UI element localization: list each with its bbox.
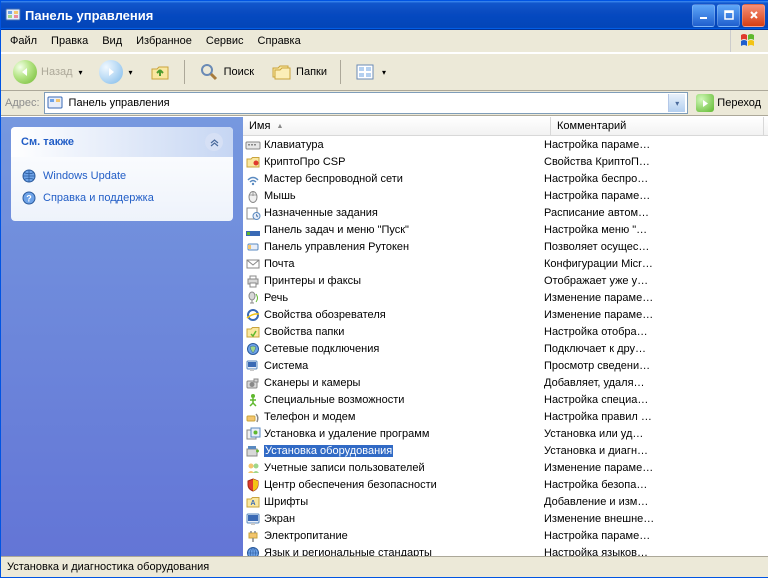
column-headers: Имя ▲ Комментарий: [243, 117, 768, 136]
menubar: Файл Правка Вид Избранное Сервис Справка: [1, 30, 768, 53]
address-field[interactable]: ▾: [44, 92, 689, 114]
separator: [184, 60, 185, 84]
list-item[interactable]: Телефон и модемНастройка правил …: [243, 408, 768, 425]
list-item[interactable]: Специальные возможностиНастройка специа…: [243, 391, 768, 408]
list-item[interactable]: РечьИзменение параме…: [243, 289, 768, 306]
address-input[interactable]: [67, 96, 669, 110]
list-item[interactable]: Свойства папкиНастройка отобра…: [243, 323, 768, 340]
main-area: Имя ▲ Комментарий КлавиатураНастройка па…: [243, 117, 768, 556]
list-item[interactable]: Центр обеспечения безопасностиНастройка …: [243, 476, 768, 493]
status-bar: Установка и диагностика оборудования: [1, 556, 768, 577]
views-button[interactable]: ▾: [348, 57, 392, 87]
window-title: Панель управления: [25, 8, 690, 23]
chevron-down-icon: ▾: [382, 68, 386, 77]
up-button[interactable]: [143, 57, 177, 87]
list-item[interactable]: Панель управления РутокенПозволяет осуще…: [243, 238, 768, 255]
column-comment[interactable]: Комментарий: [551, 117, 764, 135]
separator: [340, 60, 341, 84]
list-item[interactable]: МышьНастройка параме…: [243, 187, 768, 204]
go-button[interactable]: Переход: [692, 92, 765, 114]
list-item[interactable]: Установка оборудованияУстановка и диагн…: [243, 442, 768, 459]
list-item[interactable]: Принтеры и факсыОтображает уже у…: [243, 272, 768, 289]
chevron-down-icon: ▾: [129, 68, 133, 77]
minimize-button[interactable]: [692, 4, 715, 27]
list-item[interactable]: Язык и региональные стандартыНастройка я…: [243, 544, 768, 556]
list-view[interactable]: КлавиатураНастройка параме…КриптоПро CSP…: [243, 136, 768, 556]
list-item[interactable]: Назначенные заданияРасписание автом…: [243, 204, 768, 221]
list-item[interactable]: Установка и удаление программУстановка и…: [243, 425, 768, 442]
list-item[interactable]: КлавиатураНастройка параме…: [243, 136, 768, 153]
status-text: Установка и диагностика оборудования: [7, 561, 209, 573]
list-item[interactable]: Сканеры и камерыДобавляет, удаля…: [243, 374, 768, 391]
go-arrow-icon: [696, 94, 714, 112]
control-panel-icon: [5, 7, 21, 23]
menu-help[interactable]: Справка: [251, 33, 308, 49]
chevron-up-icon: [205, 133, 223, 151]
windows-flag-icon: [730, 30, 767, 52]
svg-text:?: ?: [26, 194, 32, 204]
list-item[interactable]: Свойства обозревателяИзменение параме…: [243, 306, 768, 323]
address-bar: Адрес: ▾ Переход: [1, 91, 768, 116]
list-item[interactable]: Сетевые подключенияПодключает к дру…: [243, 340, 768, 357]
panel-header[interactable]: См. также: [11, 127, 233, 157]
titlebar[interactable]: Панель управления: [1, 1, 768, 30]
menu-view[interactable]: Вид: [95, 33, 129, 49]
control-panel-icon: [47, 95, 63, 111]
menu-tools[interactable]: Сервис: [199, 33, 251, 49]
list-item[interactable]: Учетные записи пользователейИзменение па…: [243, 459, 768, 476]
menu-favorites[interactable]: Избранное: [129, 33, 199, 49]
menu-file[interactable]: Файл: [3, 33, 44, 49]
back-label: Назад: [41, 66, 73, 78]
folder-up-icon: [149, 61, 171, 83]
search-label: Поиск: [224, 66, 254, 78]
search-button[interactable]: Поиск: [192, 57, 260, 87]
chevron-down-icon: ▾: [79, 68, 83, 77]
column-name[interactable]: Имя ▲: [243, 117, 551, 135]
back-button[interactable]: Назад ▾: [7, 56, 89, 88]
folders-label: Папки: [296, 66, 327, 78]
menu-edit[interactable]: Правка: [44, 33, 95, 49]
search-icon: [198, 61, 220, 83]
folders-icon: [270, 61, 292, 83]
sidebar: См. также Windows Update?Справка и подде…: [1, 117, 243, 556]
address-label: Адрес:: [5, 97, 40, 109]
list-item[interactable]: ЭкранИзменение внешне…: [243, 510, 768, 527]
folders-button[interactable]: Папки: [264, 57, 333, 87]
list-item[interactable]: ЭлектропитаниеНастройка параме…: [243, 527, 768, 544]
maximize-button[interactable]: [717, 4, 740, 27]
close-button[interactable]: [742, 4, 765, 27]
address-dropdown[interactable]: ▾: [668, 94, 685, 112]
list-item[interactable]: КриптоПро CSPСвойства КриптоП…: [243, 153, 768, 170]
svg-text:A: A: [250, 500, 255, 507]
panel-title: См. также: [21, 136, 74, 148]
list-item[interactable]: СистемаПросмотр сведени…: [243, 357, 768, 374]
go-label: Переход: [717, 97, 761, 109]
forward-button[interactable]: ▾: [93, 56, 139, 88]
toolbar: Назад ▾ ▾ Поиск Папки ▾: [1, 53, 768, 91]
sidebar-link-0[interactable]: Windows Update: [21, 165, 223, 187]
sidebar-panel-see-also: См. также Windows Update?Справка и подде…: [11, 127, 233, 221]
list-item[interactable]: Панель задач и меню "Пуск"Настройка меню…: [243, 221, 768, 238]
list-item[interactable]: ПочтаКонфигурации Micr…: [243, 255, 768, 272]
views-icon: [354, 61, 376, 83]
sort-asc-icon: ▲: [276, 123, 283, 130]
sidebar-link-1[interactable]: ?Справка и поддержка: [21, 187, 223, 209]
list-item[interactable]: Мастер беспроводной сетиНастройка беспро…: [243, 170, 768, 187]
list-item[interactable]: AШрифтыДобавление и изм…: [243, 493, 768, 510]
